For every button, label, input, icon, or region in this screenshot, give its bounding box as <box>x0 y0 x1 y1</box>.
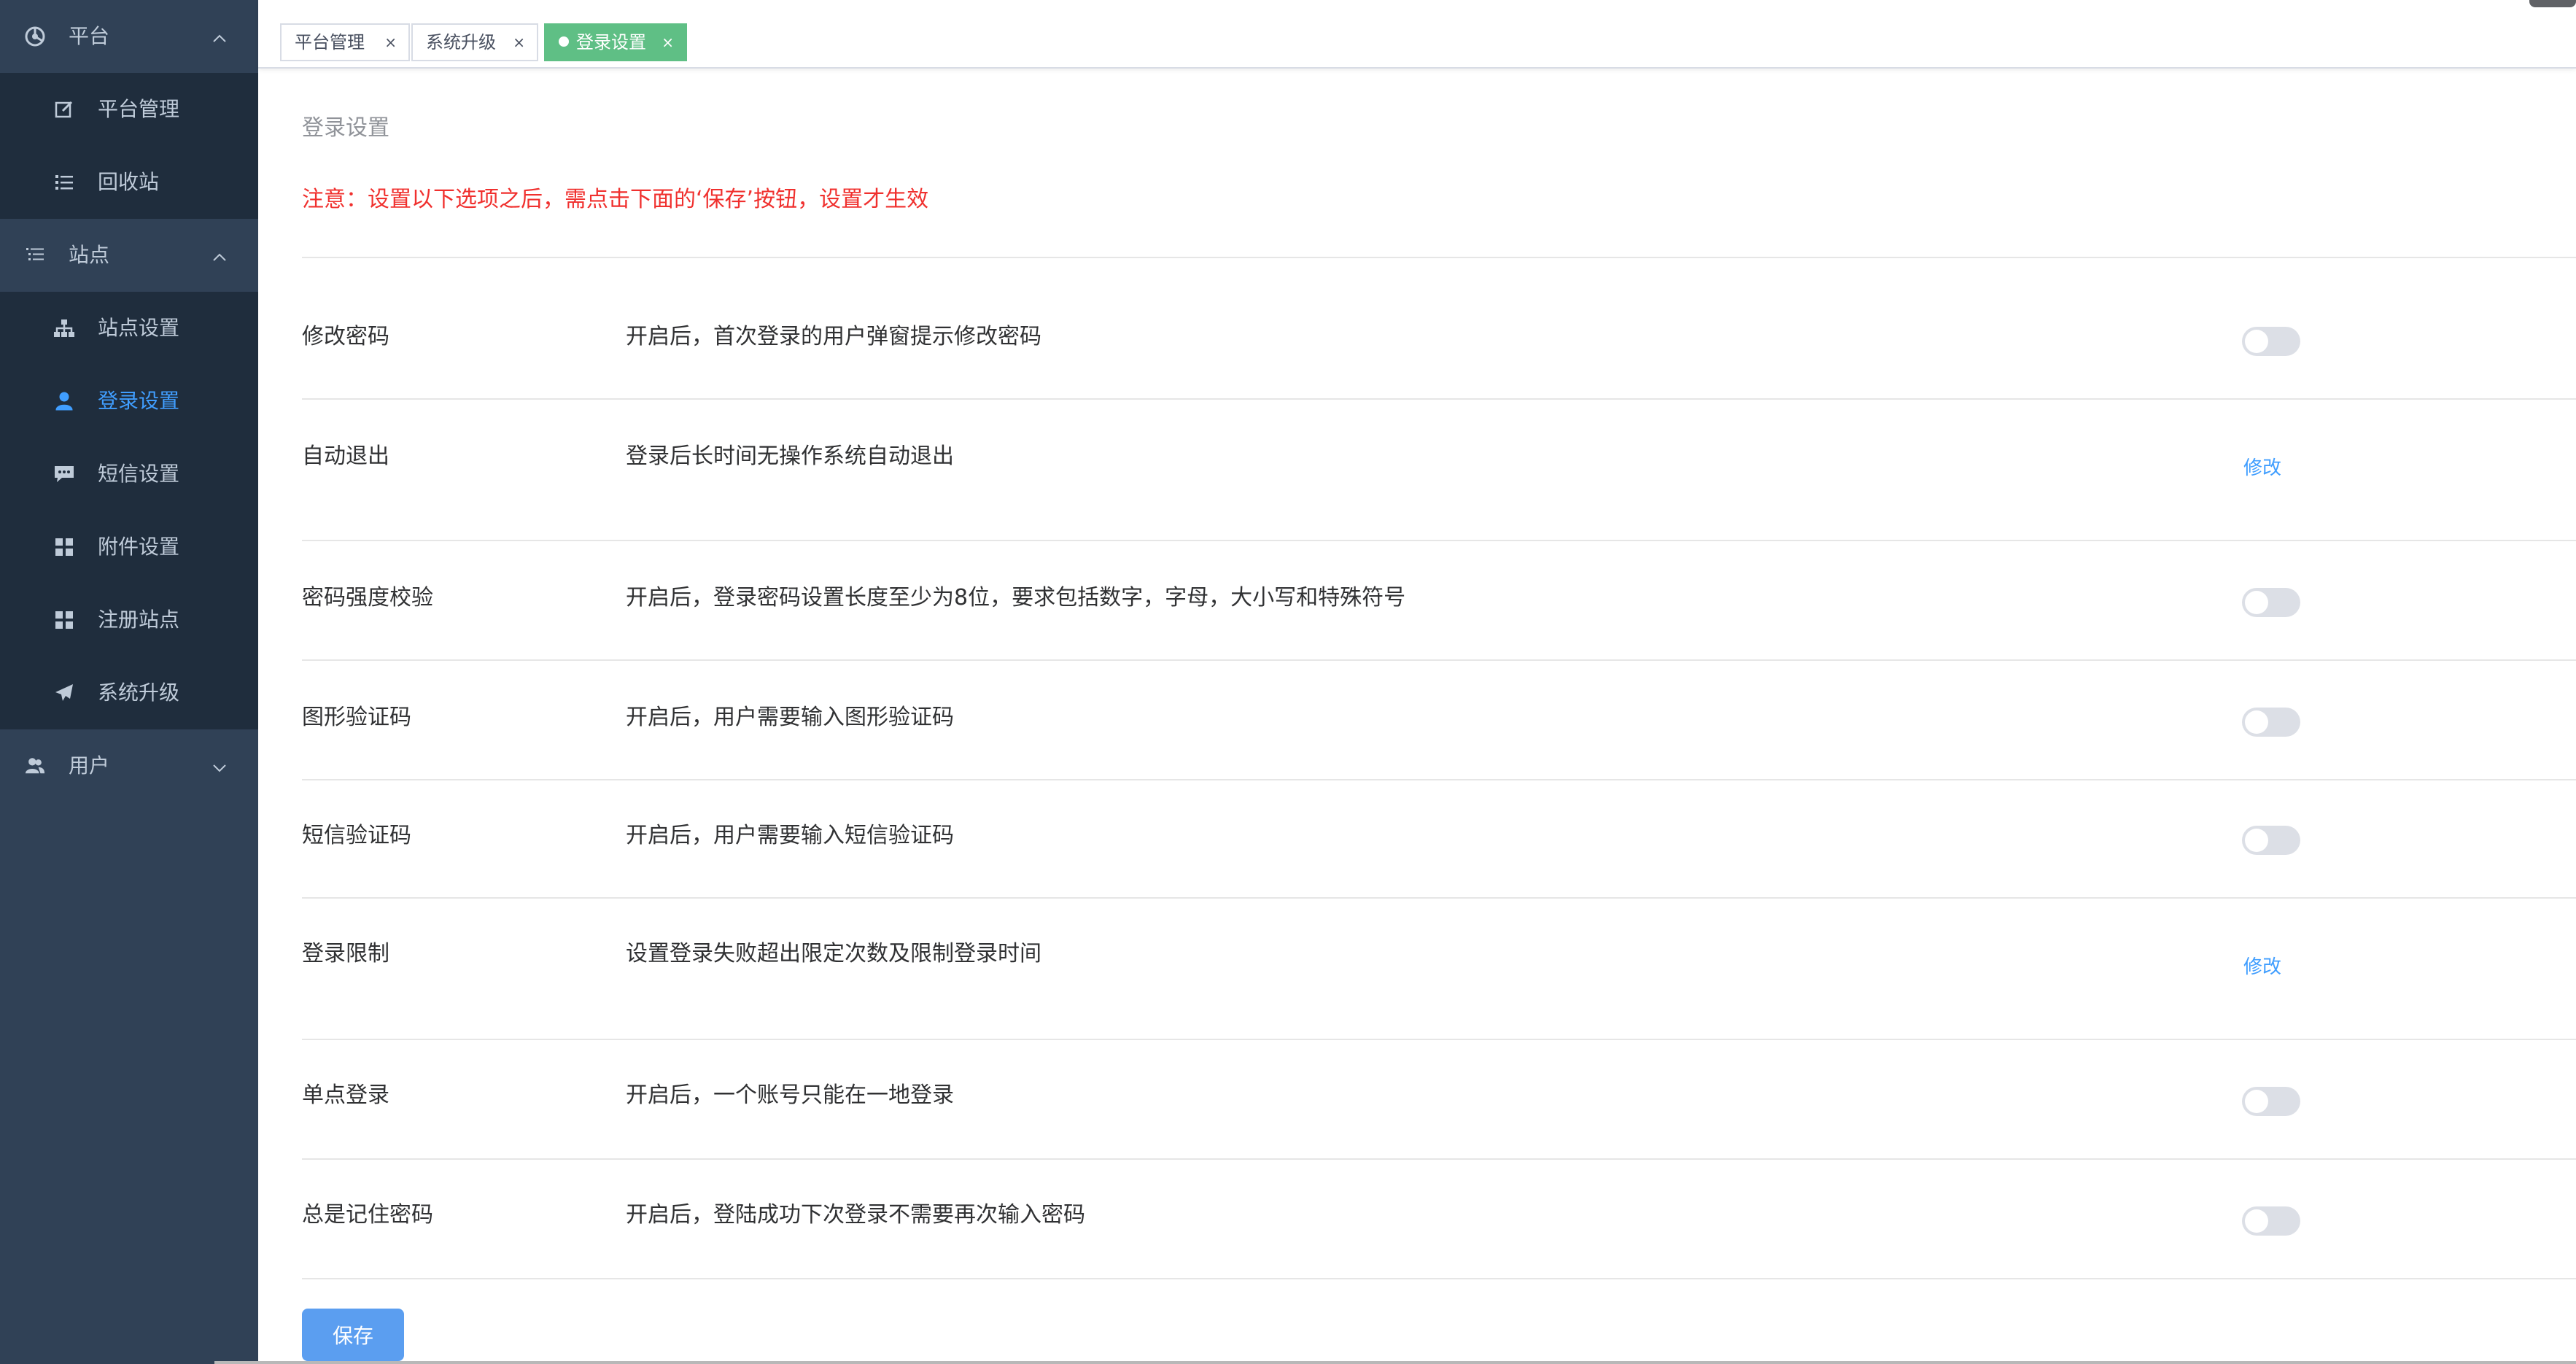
remember-password-switch[interactable] <box>2242 1206 2300 1236</box>
setting-name: 修改密码 <box>302 324 389 349</box>
sidebar-item-system-upgrade[interactable]: 系统升级 <box>0 656 258 729</box>
setting-desc: 设置登录失败超出限定次数及限制登录时间 <box>626 941 1041 966</box>
setting-desc: 开启后，用户需要输入图形验证码 <box>626 705 954 730</box>
paper-plane-icon <box>53 680 76 706</box>
sidebar-item-recycle-bin[interactable]: 回收站 <box>0 146 258 219</box>
setting-name: 总是记住密码 <box>302 1202 433 1228</box>
setting-desc: 开启后，登陆成功下次登录不需要再次输入密码 <box>626 1202 1085 1228</box>
sidebar-item-site-settings[interactable]: 站点设置 <box>0 292 258 365</box>
close-icon[interactable]: × <box>513 25 525 60</box>
auto-logout-edit-link[interactable]: 修改 <box>2243 455 2281 481</box>
tab-label: 登录设置 <box>576 32 646 53</box>
sidebar-item-label: 回收站 <box>98 170 160 194</box>
submenu-platform: 平台管理 回收站 <box>0 73 258 219</box>
setting-desc: 开启后，一个账号只能在一地登录 <box>626 1082 954 1108</box>
single-sign-on-switch[interactable] <box>2242 1087 2300 1116</box>
tab-label: 系统升级 <box>426 32 496 53</box>
divider <box>302 257 2576 258</box>
setting-desc: 开启后，用户需要输入短信验证码 <box>626 823 954 848</box>
grid-icon <box>53 607 76 633</box>
user-icon <box>53 388 76 414</box>
login-limit-edit-link[interactable]: 修改 <box>2243 954 2281 980</box>
chevron-up-icon <box>212 28 228 44</box>
change-password-switch[interactable] <box>2242 327 2300 356</box>
password-strength-switch[interactable] <box>2242 588 2300 617</box>
setting-name: 单点登录 <box>302 1082 389 1108</box>
sidebar-group-label: 平台 <box>69 24 110 48</box>
sidebar-item-label: 短信设置 <box>98 462 180 486</box>
submenu-site: 站点设置 登录设置 短信设置 附件设置 注册站点 系统升级 <box>0 292 258 729</box>
edit-icon <box>53 96 76 123</box>
sidebar-item-label: 系统升级 <box>98 681 180 705</box>
divider <box>302 1158 2576 1160</box>
setting-desc: 开启后，登录密码设置长度至少为8位，要求包括数字，字母，大小写和特殊符号 <box>626 585 1406 611</box>
divider <box>302 1278 2576 1279</box>
setting-name: 登录限制 <box>302 941 389 966</box>
sidebar-group-users[interactable]: 用户 <box>0 729 258 802</box>
sidebar: 平台 平台管理 回收站 站点 站点设置 登录设置 短信设置 附件设置 注册站点 … <box>0 0 258 1364</box>
setting-name: 密码强度校验 <box>302 585 433 611</box>
page-title: 登录设置 <box>302 115 389 141</box>
sidebar-item-label: 附件设置 <box>98 535 180 559</box>
tab-system-upgrade[interactable]: 系统升级 × <box>411 23 538 61</box>
sidebar-item-label: 站点设置 <box>98 316 180 340</box>
sidebar-item-label: 平台管理 <box>98 97 180 121</box>
active-dot-icon <box>559 36 569 47</box>
site-list-icon <box>25 242 45 268</box>
sidebar-group-platform[interactable]: 平台 <box>0 0 258 73</box>
divider <box>302 398 2576 400</box>
setting-name: 短信验证码 <box>302 823 411 848</box>
sidebar-item-attachment-settings[interactable]: 附件设置 <box>0 511 258 584</box>
setting-desc: 开启后，首次登录的用户弹窗提示修改密码 <box>626 324 1041 349</box>
tab-platform-manage[interactable]: 平台管理 × <box>280 23 410 61</box>
sidebar-item-login-settings[interactable]: 登录设置 <box>0 365 258 438</box>
setting-name: 自动退出 <box>302 443 389 469</box>
avatar[interactable] <box>2529 0 2576 7</box>
sidebar-item-label: 登录设置 <box>98 389 180 413</box>
main-content: 登录设置 注意：设置以下选项之后，需点击下面的‘保存’按钮，设置才生效 修改密码… <box>258 69 2576 1364</box>
sidebar-group-label: 用户 <box>69 753 110 778</box>
sms-code-switch[interactable] <box>2242 826 2300 855</box>
divider <box>302 659 2576 661</box>
sitemap-icon <box>53 315 76 341</box>
setting-desc: 登录后长时间无操作系统自动退出 <box>626 443 954 469</box>
tab-label: 平台管理 <box>295 32 365 53</box>
users-icon <box>25 753 45 779</box>
sidebar-group-site[interactable]: 站点 <box>0 219 258 292</box>
save-notice: 注意：设置以下选项之后，需点击下面的‘保存’按钮，设置才生效 <box>302 187 929 212</box>
save-button[interactable]: 保存 <box>302 1309 404 1361</box>
divider <box>302 779 2576 780</box>
close-icon[interactable]: × <box>662 25 674 60</box>
tab-login-settings[interactable]: 登录设置 × <box>544 23 687 61</box>
divider <box>302 1039 2576 1040</box>
sidebar-item-register-site[interactable]: 注册站点 <box>0 584 258 656</box>
chevron-down-icon <box>212 757 228 773</box>
grid-icon <box>53 534 76 560</box>
sidebar-item-platform-manage[interactable]: 平台管理 <box>0 73 258 146</box>
sidebar-item-label: 注册站点 <box>98 608 180 632</box>
divider <box>302 897 2576 899</box>
captcha-switch[interactable] <box>2242 708 2300 737</box>
message-icon <box>53 461 76 487</box>
list-icon <box>53 169 76 195</box>
platform-icon <box>25 23 45 50</box>
setting-name: 图形验证码 <box>302 705 411 730</box>
chevron-up-icon <box>212 247 228 263</box>
sidebar-group-label: 站点 <box>69 243 110 267</box>
divider <box>302 540 2576 541</box>
sidebar-item-sms-settings[interactable]: 短信设置 <box>0 438 258 511</box>
tags-view-bar: 平台管理 × 系统升级 × 登录设置 × <box>258 0 2576 69</box>
bottom-edge <box>214 1361 2576 1364</box>
close-icon[interactable]: × <box>384 25 397 60</box>
